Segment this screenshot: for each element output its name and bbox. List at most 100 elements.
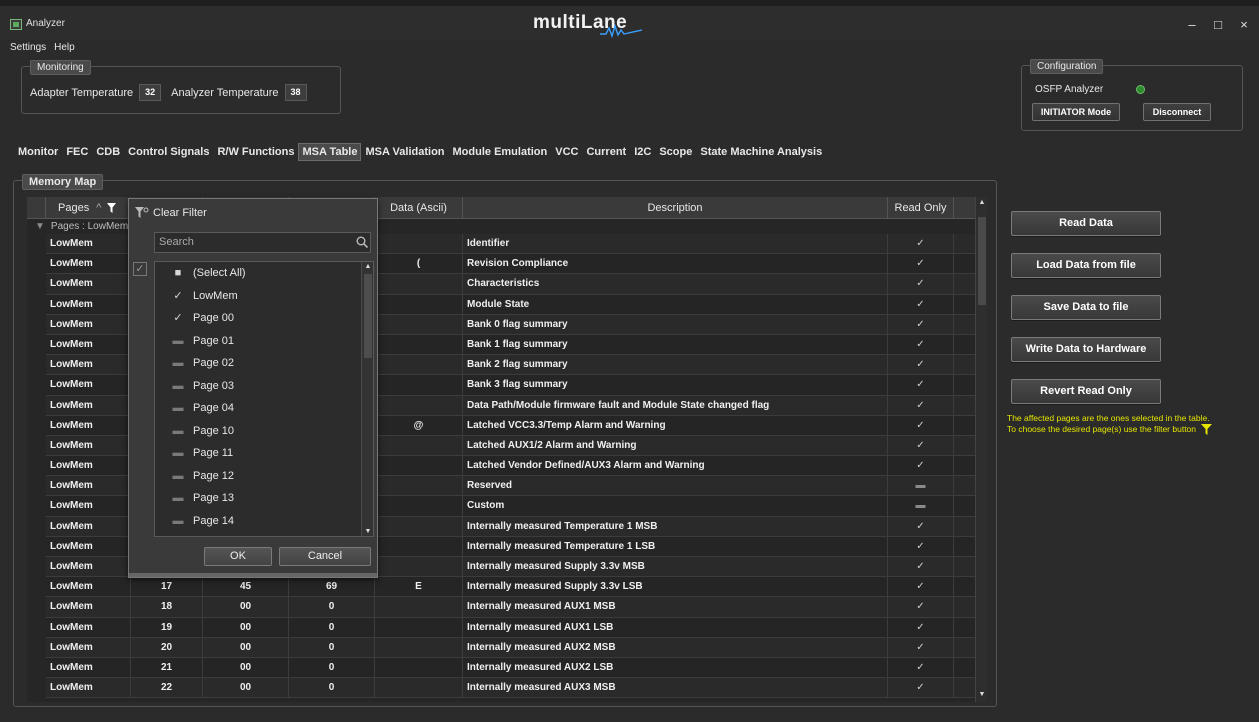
cell-address[interactable]: 21 xyxy=(131,657,203,678)
filter-checkbox-icon[interactable]: ▬ xyxy=(169,375,187,397)
cell-description[interactable]: Revision Compliance xyxy=(463,254,888,274)
list-scroll-down-icon[interactable]: ▼ xyxy=(362,528,373,535)
cell-page[interactable]: LowMem xyxy=(46,254,131,274)
tab-module-emulation[interactable]: Module Emulation xyxy=(449,143,552,161)
table-row[interactable]: LowMem 19 00 0 Internally measured AUX1 LSB ✓ xyxy=(46,617,975,638)
cell-page[interactable]: LowMem xyxy=(46,657,131,678)
initiator-mode-button[interactable]: INITIATOR Mode xyxy=(1032,103,1120,121)
cell-page[interactable]: LowMem xyxy=(46,557,131,577)
tab-cdb[interactable]: CDB xyxy=(92,143,124,161)
cell-description[interactable]: Module State xyxy=(463,294,888,314)
cell-page[interactable]: LowMem xyxy=(46,536,131,556)
filter-checkbox-icon[interactable]: ▬ xyxy=(169,510,187,532)
cell-ascii[interactable] xyxy=(375,617,463,637)
tab-fec[interactable]: FEC xyxy=(62,143,92,161)
revert-read-only-button[interactable]: Revert Read Only xyxy=(1011,379,1161,404)
cell-ascii[interactable] xyxy=(375,516,463,536)
read-only-checkbox[interactable]: ✓ xyxy=(888,456,954,476)
table-scrollbar[interactable]: ▲ ▼ xyxy=(975,197,987,702)
column-description[interactable]: Description xyxy=(463,197,888,219)
filter-item[interactable]: ▬ Page 04 xyxy=(155,397,373,420)
cell-ascii[interactable] xyxy=(375,234,463,254)
column-read-only[interactable]: Read Only xyxy=(888,197,954,219)
cell-page[interactable]: LowMem xyxy=(46,637,131,657)
cell-decimal[interactable]: 0 xyxy=(289,637,375,657)
column-data-ascii[interactable]: Data (Ascii) xyxy=(375,197,463,219)
read-only-checkbox[interactable]: ✓ xyxy=(888,375,954,395)
tab-msa-table[interactable]: MSA Table xyxy=(298,143,362,161)
read-only-checkbox[interactable]: ✓ xyxy=(888,395,954,415)
read-only-checkbox[interactable]: ✓ xyxy=(888,355,954,375)
read-only-checkbox[interactable]: ✓ xyxy=(888,678,954,698)
cell-page[interactable]: LowMem xyxy=(46,415,131,435)
cell-description[interactable]: Internally measured AUX2 MSB xyxy=(463,637,888,657)
filter-item[interactable]: ▬ Page 13 xyxy=(155,487,373,510)
cell-description[interactable]: Latched AUX1/2 Alarm and Warning xyxy=(463,435,888,456)
tab-rw-functions[interactable]: R/W Functions xyxy=(213,143,298,161)
maximize-button[interactable]: □ xyxy=(1211,17,1225,32)
cell-page[interactable]: LowMem xyxy=(46,435,131,456)
cell-ascii[interactable] xyxy=(375,637,463,657)
cell-address[interactable]: 18 xyxy=(131,597,203,617)
cell-description[interactable]: Bank 3 flag summary xyxy=(463,375,888,395)
load-data-button[interactable]: Load Data from file xyxy=(1011,253,1161,278)
tab-vcc[interactable]: VCC xyxy=(551,143,582,161)
filter-checkbox-icon[interactable]: ▬ xyxy=(169,442,187,464)
cell-description[interactable]: Latched VCC3.3/Temp Alarm and Warning xyxy=(463,415,888,435)
cell-page[interactable]: LowMem xyxy=(46,496,131,516)
cell-description[interactable]: Identifier xyxy=(463,234,888,254)
cell-page[interactable]: LowMem xyxy=(46,597,131,617)
table-row[interactable]: LowMem 20 00 0 Internally measured AUX2 MSB ✓ xyxy=(46,637,975,658)
tab-control-signals[interactable]: Control Signals xyxy=(124,143,213,161)
cell-hex[interactable]: 00 xyxy=(203,617,289,637)
filter-checkbox-icon[interactable]: ▬ xyxy=(169,487,187,509)
cell-page[interactable]: LowMem xyxy=(46,355,131,375)
read-only-checkbox[interactable]: ✓ xyxy=(888,617,954,637)
close-button[interactable]: × xyxy=(1237,17,1251,32)
scroll-down-icon[interactable]: ▼ xyxy=(978,691,986,699)
list-scroll-up-icon[interactable]: ▲ xyxy=(362,263,373,270)
table-row[interactable]: LowMem 17 45 69 E Internally measured Supply … xyxy=(46,577,975,598)
filter-checkbox-icon[interactable]: ▬ xyxy=(169,397,187,419)
cell-ascii[interactable] xyxy=(375,657,463,678)
cell-decimal[interactable]: 0 xyxy=(289,617,375,637)
cell-ascii[interactable]: E xyxy=(375,577,463,597)
tab-msa-validation[interactable]: MSA Validation xyxy=(361,143,448,161)
cell-ascii[interactable] xyxy=(375,496,463,516)
read-only-checkbox[interactable]: ✓ xyxy=(888,234,954,254)
table-row[interactable]: LowMem 21 00 0 Internally measured AUX2 LSB ✓ xyxy=(46,657,975,679)
cell-decimal[interactable]: 0 xyxy=(289,657,375,678)
cell-hex[interactable]: 00 xyxy=(203,597,289,617)
filter-cancel-button[interactable]: Cancel xyxy=(279,547,371,566)
cell-page[interactable]: LowMem xyxy=(46,456,131,476)
cell-ascii[interactable] xyxy=(375,456,463,476)
filter-item[interactable]: ✓ Page 00 xyxy=(155,307,373,330)
filter-checkbox-icon[interactable]: ▬ xyxy=(169,465,187,487)
cell-description[interactable]: Custom xyxy=(463,496,888,516)
cell-ascii[interactable] xyxy=(375,294,463,314)
cell-hex[interactable]: 00 xyxy=(203,637,289,657)
popup-resize-grip[interactable] xyxy=(129,573,377,577)
cell-page[interactable]: LowMem xyxy=(46,617,131,637)
cell-description[interactable]: Internally measured Supply 3.3v MSB xyxy=(463,557,888,577)
cell-hex[interactable]: 45 xyxy=(203,577,289,597)
filter-item[interactable]: ▬ Page 10 xyxy=(155,420,373,443)
cell-description[interactable]: Internally measured AUX2 LSB xyxy=(463,657,888,678)
filter-checkbox-icon[interactable]: ✓ xyxy=(133,262,147,276)
read-only-checkbox[interactable]: ✓ xyxy=(888,334,954,355)
read-only-checkbox[interactable]: ✓ xyxy=(888,597,954,617)
column-pages[interactable]: Pages ^ xyxy=(46,197,131,219)
filter-search-input[interactable]: Search xyxy=(154,232,371,253)
cell-ascii[interactable]: ( xyxy=(375,254,463,274)
cell-ascii[interactable] xyxy=(375,274,463,294)
cell-description[interactable]: Internally measured Supply 3.3v LSB xyxy=(463,577,888,597)
cell-description[interactable]: Bank 1 flag summary xyxy=(463,334,888,355)
cell-page[interactable]: LowMem xyxy=(46,314,131,334)
cell-decimal[interactable]: 0 xyxy=(289,678,375,698)
filter-item[interactable]: ■ (Select All) xyxy=(155,262,373,285)
cell-page[interactable]: LowMem xyxy=(46,234,131,254)
read-only-checkbox[interactable]: ✓ xyxy=(888,516,954,536)
filter-item[interactable]: ▬ Page 11 xyxy=(155,442,373,465)
cell-ascii[interactable] xyxy=(375,678,463,698)
cell-description[interactable]: Reserved xyxy=(463,476,888,496)
